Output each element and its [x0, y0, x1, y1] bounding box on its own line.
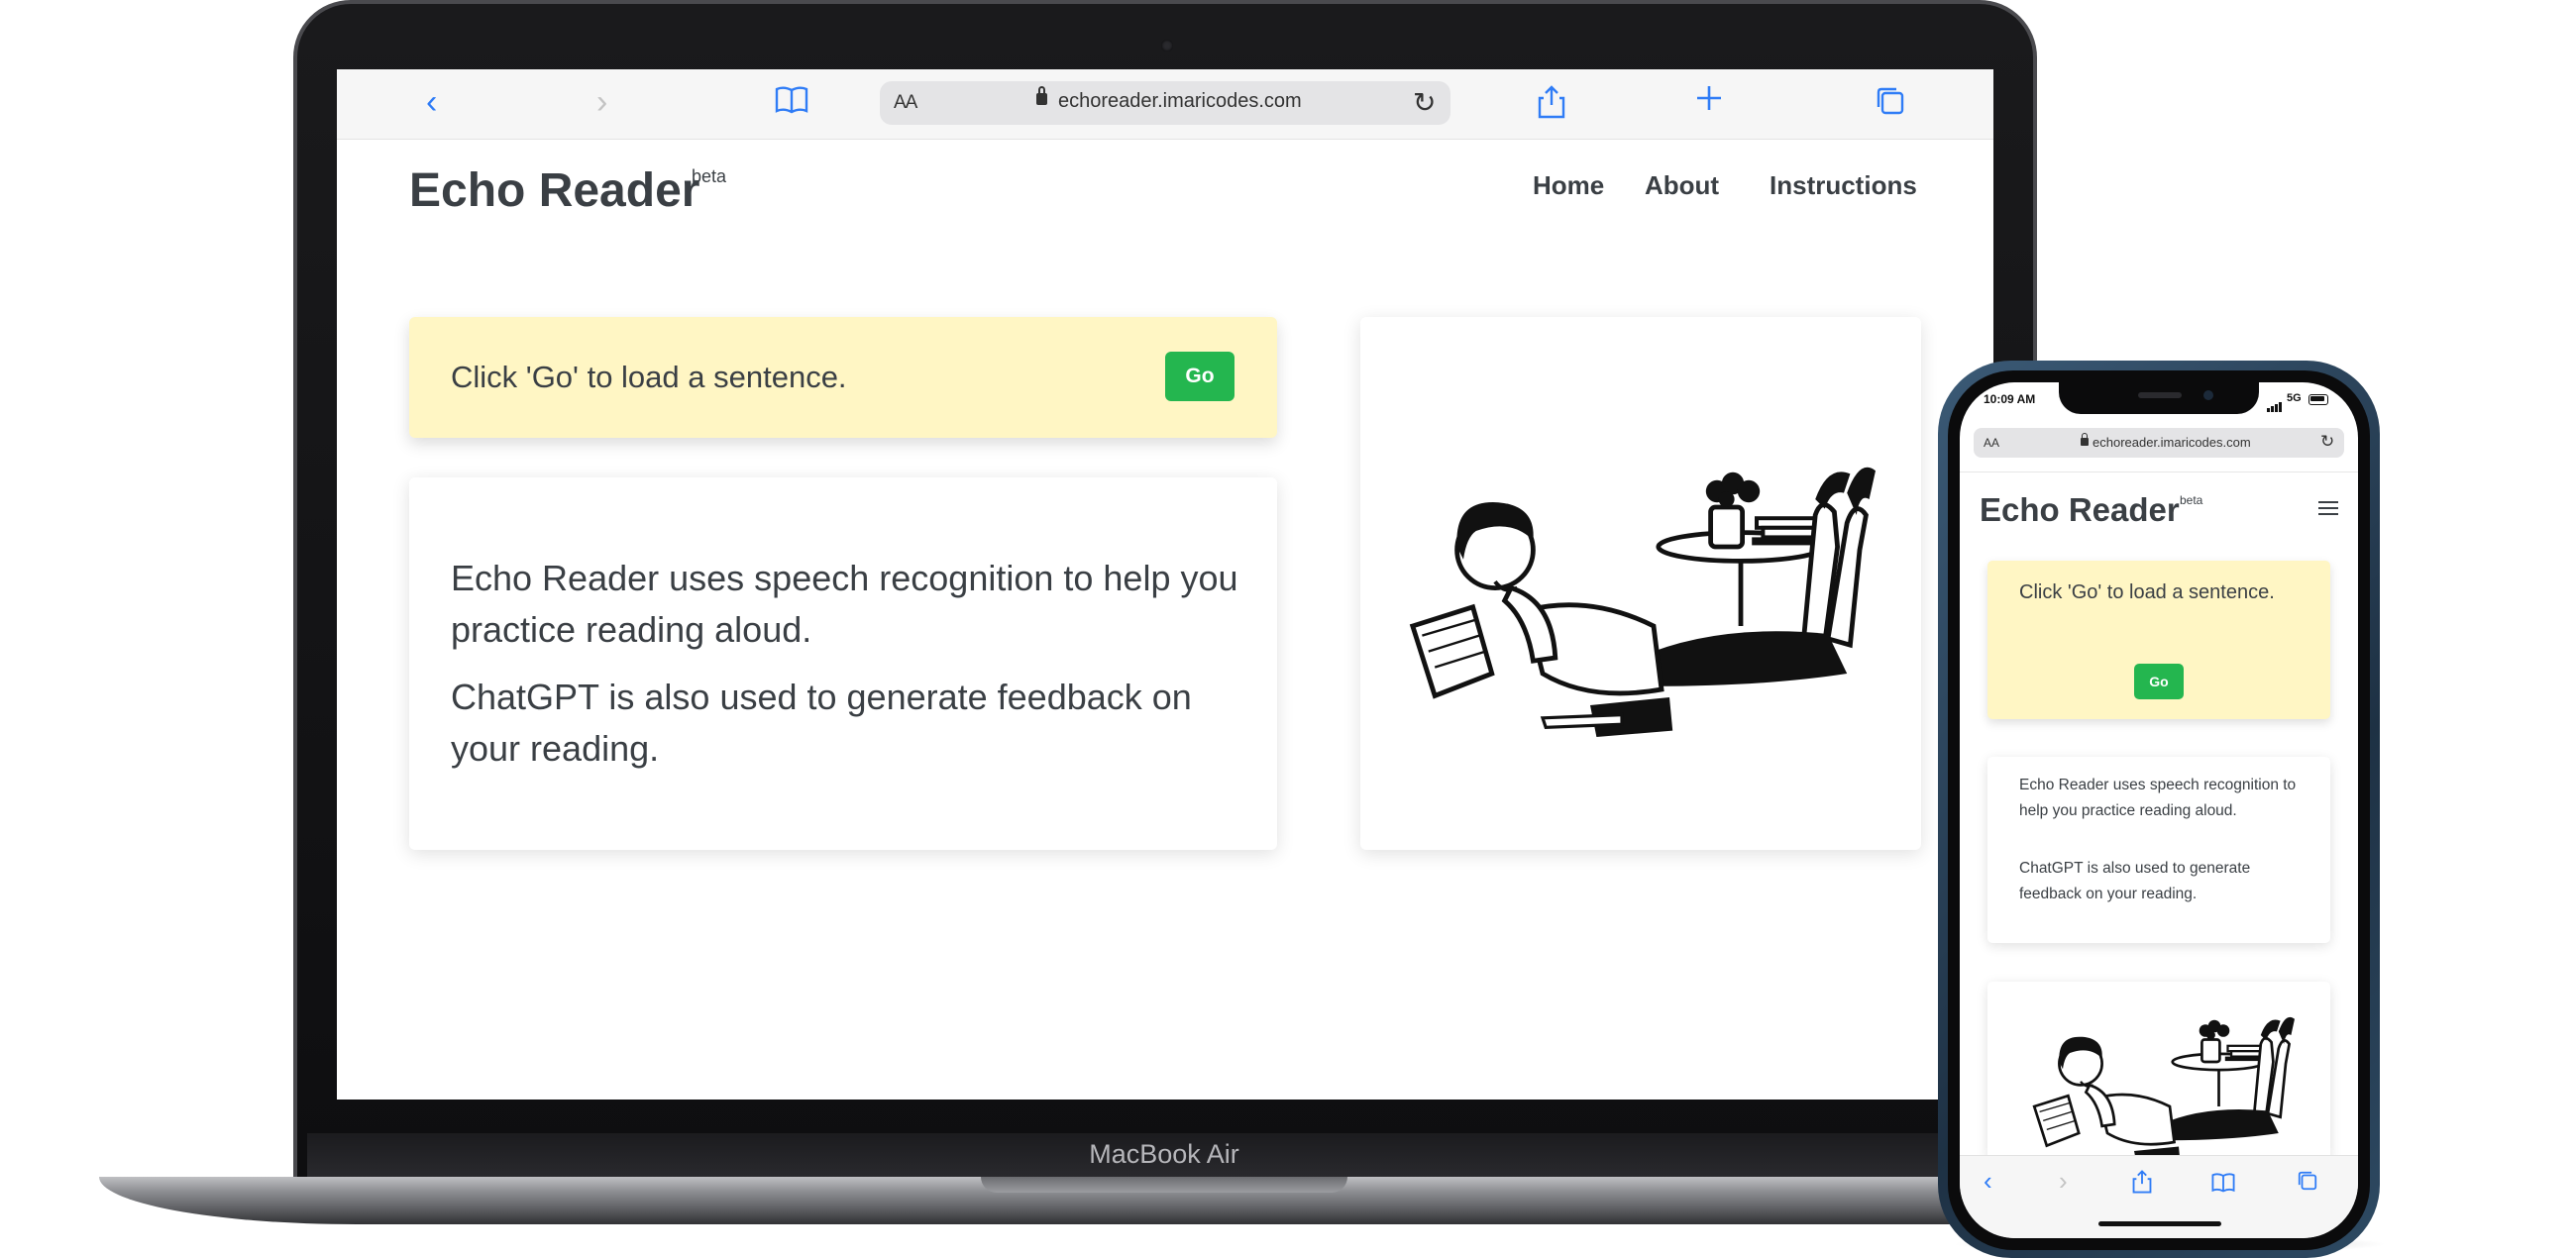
phone-woman-reading-book-illustration	[2032, 1015, 2295, 1160]
phone-sentence-card: Click 'Go' to load a sentence. Go	[1987, 561, 2330, 719]
reload-icon[interactable]: ↻	[1413, 86, 1436, 119]
phone-camera	[2203, 390, 2213, 400]
new-tab-icon[interactable]	[1694, 83, 1724, 119]
laptop-camera	[1161, 40, 1173, 52]
woman-reading-book-illustration	[1400, 436, 1876, 753]
phone-beta-badge: beta	[2180, 493, 2203, 507]
phone-lock-icon	[2081, 433, 2089, 446]
phone-bottom-toolbar: ‹ ›	[1960, 1155, 2358, 1238]
phone-illustration-card	[1987, 982, 2330, 1160]
laptop-hinge-notch	[981, 1177, 1347, 1193]
phone-speaker	[2138, 392, 2182, 398]
phone-site-brand[interactable]: Echo Reader	[1980, 491, 2180, 529]
address-bar[interactable]: AA echoreader.imaricodes.com ↻	[880, 81, 1450, 125]
phone-intro-card: Echo Reader uses speech recognition to h…	[1987, 757, 2330, 943]
nav-about[interactable]: About	[1645, 170, 1719, 201]
forward-icon[interactable]: ›	[596, 85, 607, 119]
text-size-button[interactable]: AA	[894, 92, 917, 114]
home-indicator[interactable]	[2098, 1221, 2221, 1226]
signal-icon	[2267, 394, 2283, 412]
status-time: 10:09 AM	[1984, 392, 2036, 406]
browser-toolbar: ‹ › AA echoreader.imaricodes.com ↻	[337, 69, 1993, 140]
phone-intro-paragraph-2: ChatGPT is also used to generate feedbac…	[2019, 860, 2251, 902]
nav-instructions[interactable]: Instructions	[1770, 170, 1917, 201]
laptop-model-label: MacBook Air	[1089, 1139, 1239, 1169]
nav-home[interactable]: Home	[1533, 170, 1604, 201]
phone-sentence-prompt: Click 'Go' to load a sentence.	[2019, 581, 2275, 603]
sentence-prompt: Click 'Go' to load a sentence.	[451, 360, 847, 394]
battery-level	[2310, 396, 2324, 401]
phone-bookmarks-icon[interactable]	[2211, 1172, 2235, 1198]
bookmarks-icon[interactable]	[775, 85, 808, 121]
phone-back-icon[interactable]: ‹	[1984, 1168, 1992, 1194]
sentence-card: Click 'Go' to load a sentence. Go	[409, 317, 1277, 438]
network-label: 5G	[2287, 392, 2302, 404]
intro-card: Echo Reader uses speech recognition to h…	[409, 477, 1277, 850]
illustration-card	[1360, 317, 1921, 850]
phone-url-text: echoreader.imaricodes.com	[2093, 435, 2251, 450]
battery-icon	[2308, 394, 2328, 405]
share-icon[interactable]	[1538, 85, 1565, 125]
intro-paragraph-2: ChatGPT is also used to generate feedbac…	[451, 677, 1192, 769]
back-icon[interactable]: ‹	[426, 85, 437, 119]
site-brand[interactable]: Echo Reader	[409, 163, 699, 218]
laptop-screen: ‹ › AA echoreader.imaricodes.com ↻ Echo …	[337, 69, 1993, 1100]
phone-forward-icon[interactable]: ›	[2059, 1168, 2068, 1194]
tabs-icon[interactable]	[1875, 85, 1906, 123]
go-button[interactable]: Go	[1165, 352, 1234, 401]
lock-icon	[1036, 86, 1047, 105]
phone-go-button[interactable]: Go	[2134, 664, 2184, 699]
phone-intro-paragraph-1: Echo Reader uses speech recognition to h…	[2019, 777, 2297, 819]
intro-paragraph-1: Echo Reader uses speech recognition to h…	[451, 558, 1238, 650]
phone-share-icon[interactable]	[2132, 1170, 2152, 1198]
beta-badge: beta	[692, 166, 727, 186]
phone-tabs-icon[interactable]	[2297, 1170, 2318, 1196]
phone-notch	[2059, 382, 2259, 414]
phone-address-bar[interactable]: AA echoreader.imaricodes.com ↻	[1974, 428, 2344, 458]
hamburger-menu-icon[interactable]	[2318, 501, 2338, 519]
phone-text-size-button[interactable]: AA	[1984, 436, 1999, 450]
phone-screen: 10:09 AM 5G AA echoreader.imaricodes.com…	[1960, 382, 2358, 1238]
phone-reload-icon[interactable]: ↻	[2320, 432, 2334, 452]
url-text: echoreader.imaricodes.com	[1058, 90, 1302, 112]
